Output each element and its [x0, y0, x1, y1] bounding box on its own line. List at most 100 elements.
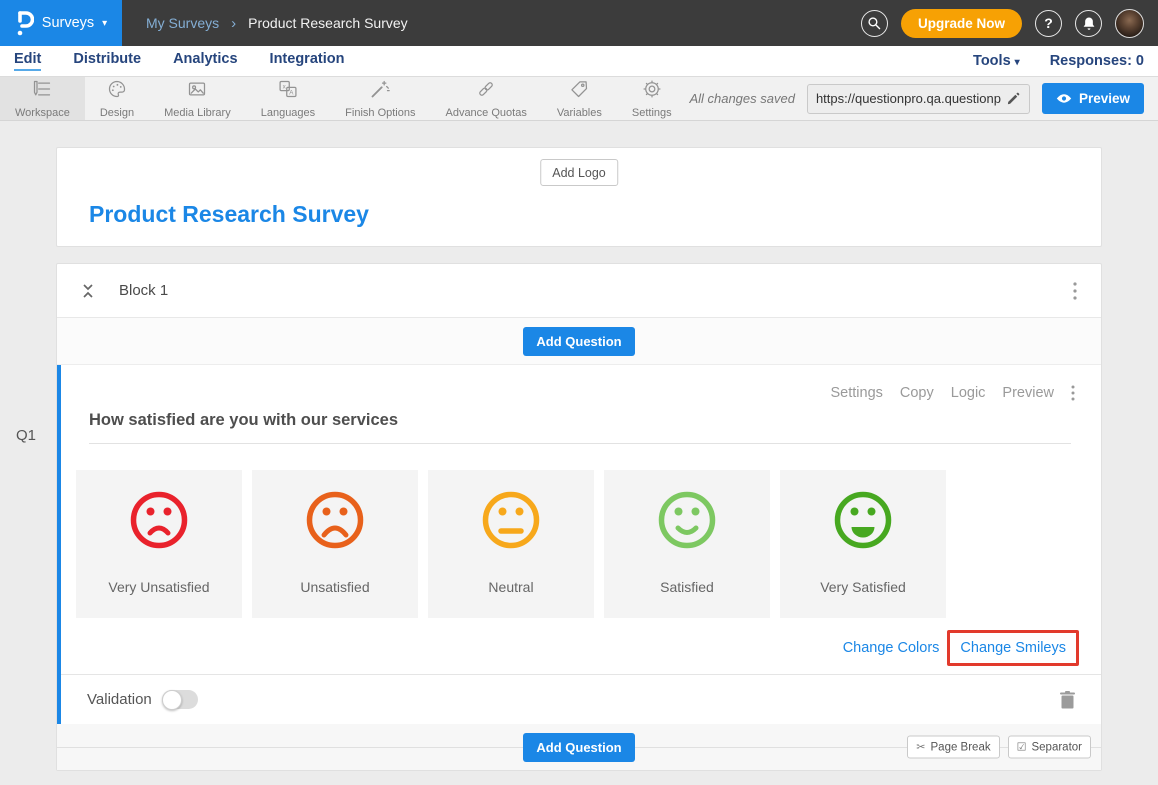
smiley-option-label: Neutral — [488, 579, 533, 595]
smiley-option[interactable]: Neutral — [428, 470, 594, 618]
smiley-face-icon — [127, 470, 191, 557]
toolbar-item-settings[interactable]: Settings — [617, 77, 687, 120]
add-question-button-top[interactable]: Add Question — [523, 327, 634, 356]
chevron-down-icon: ▾ — [1015, 57, 1020, 68]
question-copy-link[interactable]: Copy — [900, 385, 934, 401]
section-tabs: Edit Distribute Analytics Integration — [14, 51, 344, 71]
smiley-option-label: Very Satisfied — [820, 579, 906, 595]
tab-analytics[interactable]: Analytics — [173, 51, 237, 71]
question-settings-link[interactable]: Settings — [830, 385, 882, 401]
chevron-down-icon: ▾ — [102, 18, 107, 29]
breadcrumb-current-survey: Product Research Survey — [248, 15, 408, 31]
topnav-actions: Upgrade Now ? — [861, 9, 1158, 38]
highlight-annotation-box: Change Smileys — [947, 630, 1079, 666]
add-question-button-bottom[interactable]: Add Question — [523, 733, 634, 762]
toolbar-item-languages[interactable]: xA Languages — [246, 77, 330, 120]
add-question-row-top: Add Question — [57, 318, 1101, 365]
tools-dropdown[interactable]: Tools ▾ — [973, 53, 1020, 69]
delete-question-trash-icon[interactable] — [1060, 691, 1075, 709]
save-status-text: All changes saved — [689, 91, 795, 106]
question-text[interactable]: How satisfied are you with our services — [89, 411, 1071, 444]
validation-label: Validation — [87, 691, 152, 708]
collapse-block-icon[interactable] — [81, 283, 95, 299]
validation-toggle[interactable] — [162, 690, 198, 709]
smiley-option[interactable]: Very Unsatisfied — [76, 470, 242, 618]
toolbar-item-finish-options[interactable]: Finish Options — [330, 77, 430, 120]
magic-wand-icon — [370, 79, 390, 104]
validation-row: Validation — [61, 674, 1101, 724]
toolbar-item-media-library[interactable]: Media Library — [149, 77, 246, 120]
tag-icon — [569, 79, 589, 104]
svg-text:x: x — [283, 83, 287, 90]
bell-icon — [1082, 16, 1096, 31]
eye-icon — [1056, 93, 1072, 104]
survey-header-card: Add Logo Product Research Survey — [56, 147, 1102, 247]
brand-menu-label: Surveys — [42, 15, 94, 31]
smiley-option-label: Satisfied — [660, 579, 714, 595]
survey-section-nav: Edit Distribute Analytics Integration To… — [0, 46, 1158, 76]
workspace-icon — [32, 79, 52, 104]
question-toolbar: Settings Copy Logic Preview — [61, 365, 1101, 401]
brand-menu[interactable]: Surveys ▾ — [0, 0, 122, 46]
toolbar-item-variables[interactable]: Variables — [542, 77, 617, 120]
toolbar-item-design[interactable]: Design — [85, 77, 149, 120]
smiley-face-icon — [655, 470, 719, 557]
survey-title[interactable]: Product Research Survey — [89, 201, 369, 228]
question-preview-link[interactable]: Preview — [1002, 385, 1054, 401]
tab-edit[interactable]: Edit — [14, 51, 41, 71]
smiley-option[interactable]: Very Satisfied — [780, 470, 946, 618]
translate-icon: xA — [278, 79, 298, 104]
gear-icon — [642, 79, 662, 104]
smiley-option[interactable]: Satisfied — [604, 470, 770, 618]
pencil-icon[interactable] — [1006, 91, 1021, 106]
upgrade-now-button[interactable]: Upgrade Now — [901, 9, 1022, 38]
notifications-button[interactable] — [1075, 10, 1102, 37]
survey-url-field — [807, 84, 1030, 114]
block-footer-actions: ✂ Page Break ☑ Separator — [907, 736, 1091, 759]
block-title[interactable]: Block 1 — [119, 282, 168, 299]
user-avatar[interactable] — [1115, 9, 1144, 38]
help-button[interactable]: ? — [1035, 10, 1062, 37]
breadcrumb-my-surveys[interactable]: My Surveys — [146, 15, 219, 31]
smiley-scale: Very Unsatisfied Unsatisfied Neutral — [76, 470, 1101, 618]
chain-link-icon — [476, 79, 496, 104]
survey-canvas: Add Logo Product Research Survey Block 1… — [0, 121, 1158, 771]
question-number-label: Q1 — [16, 427, 36, 444]
add-logo-button[interactable]: Add Logo — [540, 159, 618, 186]
responses-count[interactable]: Responses: 0 — [1050, 53, 1144, 69]
change-colors-link[interactable]: Change Colors — [843, 640, 940, 656]
question-logic-link[interactable]: Logic — [951, 385, 986, 401]
smiley-face-icon — [479, 470, 543, 557]
toolbar-right: All changes saved Preview — [689, 77, 1158, 120]
block-kebab-menu-icon[interactable] — [1073, 282, 1077, 300]
search-icon — [867, 16, 881, 30]
change-smileys-link[interactable]: Change Smileys — [960, 640, 1066, 656]
page-break-button[interactable]: ✂ Page Break — [907, 736, 999, 759]
toolbar-item-advance-quotas[interactable]: Advance Quotas — [430, 77, 541, 120]
search-button[interactable] — [861, 10, 888, 37]
add-question-row-bottom: Add Question ✂ Page Break ☑ Separator — [57, 724, 1101, 770]
editor-toolbar: Workspace Design Media Library xA Langua… — [0, 76, 1158, 121]
tab-integration[interactable]: Integration — [270, 51, 345, 71]
smiley-option[interactable]: Unsatisfied — [252, 470, 418, 618]
preview-button[interactable]: Preview — [1042, 83, 1144, 114]
survey-url-input[interactable] — [816, 91, 1006, 106]
subnav-right: Tools ▾ Responses: 0 — [973, 53, 1144, 69]
smiley-face-icon — [831, 470, 895, 557]
image-icon — [187, 79, 207, 104]
breadcrumb-separator-icon: › — [231, 15, 236, 32]
question-q1: Q1 Settings Copy Logic Preview How satis… — [57, 365, 1101, 724]
breadcrumb: My Surveys › Product Research Survey — [146, 15, 408, 32]
svg-text:A: A — [289, 89, 294, 96]
question-kebab-menu-icon[interactable] — [1071, 385, 1075, 401]
question-links: Change Colors Change Smileys — [61, 630, 1079, 666]
block-card: Block 1 Add Question Q1 Settings Copy Lo… — [56, 263, 1102, 771]
separator-button[interactable]: ☑ Separator — [1008, 736, 1091, 759]
checkbox-checked-icon: ☑ — [1017, 741, 1027, 754]
toggle-knob — [162, 690, 182, 710]
smiley-face-icon — [303, 470, 367, 557]
question-mark-icon: ? — [1044, 15, 1053, 31]
top-navbar: Surveys ▾ My Surveys › Product Research … — [0, 0, 1158, 46]
tab-distribute[interactable]: Distribute — [73, 51, 141, 71]
toolbar-item-workspace[interactable]: Workspace — [0, 77, 85, 120]
